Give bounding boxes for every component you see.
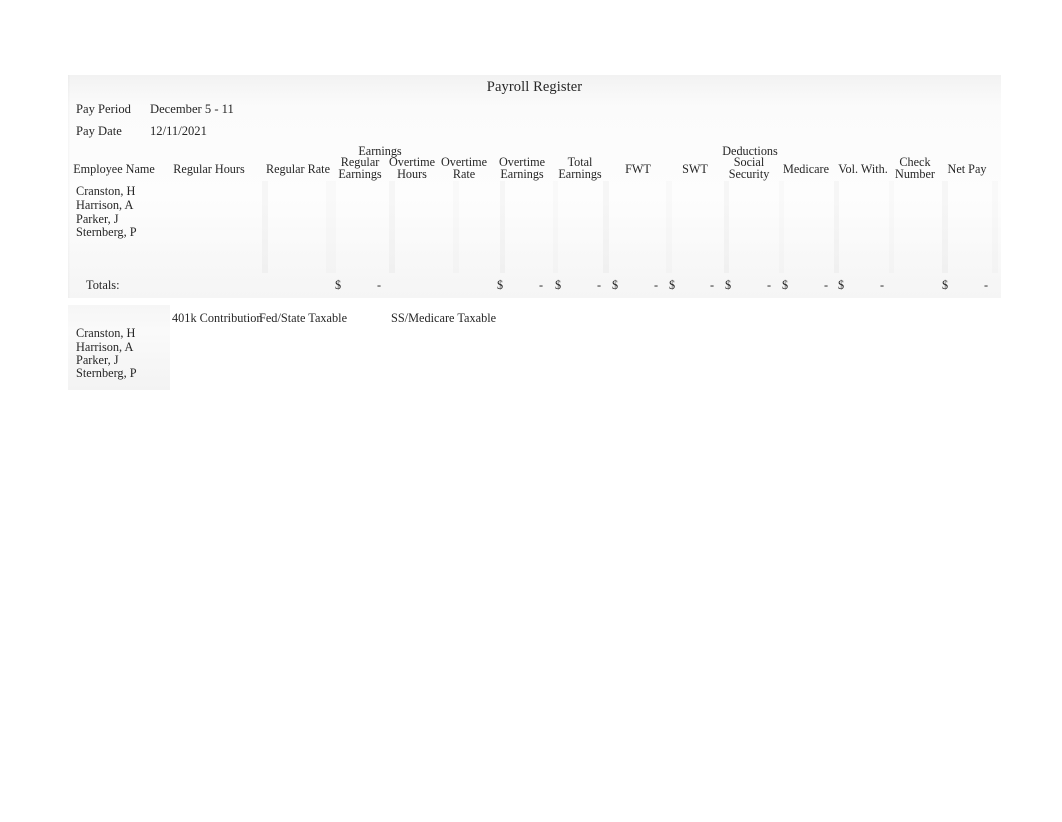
column-band xyxy=(666,181,672,273)
column-header-medicare: Medicare xyxy=(782,162,830,176)
column-header-overtime-rate-line2: Rate xyxy=(452,167,476,181)
totals-overtime-earnings-value: - xyxy=(538,278,543,292)
totals-label: Totals: xyxy=(86,278,120,292)
totals-medicare-symbol: $ xyxy=(782,278,789,292)
column-header-regular-earnings-line2: Earnings xyxy=(338,167,382,181)
column-band xyxy=(724,181,729,273)
column-band xyxy=(500,181,505,273)
table-row-employee-name[interactable]: Sternberg, P xyxy=(76,225,137,240)
table-row-employee-name[interactable]: Harrison, A xyxy=(76,198,133,213)
column-header-employee-name: Employee Name xyxy=(73,162,155,176)
totals-medicare-value: - xyxy=(823,278,828,292)
column-band xyxy=(779,181,784,273)
totals-total-earnings-value: - xyxy=(596,278,601,292)
column-header-overtime-hours-line2: Hours xyxy=(397,167,427,181)
column-band xyxy=(889,181,894,273)
column-band xyxy=(942,181,948,273)
column-band xyxy=(453,181,459,273)
page-title: Payroll Register xyxy=(486,79,583,95)
column-band xyxy=(834,181,839,273)
payroll-register-sheet: Payroll Register Pay Period December 5 -… xyxy=(68,75,1001,298)
pay-period-label: Pay Period xyxy=(76,102,131,116)
totals-total-earnings-symbol: $ xyxy=(555,278,562,292)
column-header-fwt: FWT xyxy=(625,162,651,176)
summary-header-fed-state: Fed/State Taxable xyxy=(259,311,348,325)
totals-swt-value: - xyxy=(709,278,714,292)
column-header-vol-with: Vol. With. xyxy=(838,162,888,176)
column-header-regular-rate: Regular Rate xyxy=(266,162,330,176)
column-band xyxy=(389,181,395,273)
table-row-employee-name[interactable]: Cranston, H xyxy=(76,184,135,199)
column-header-swt: SWT xyxy=(682,162,708,176)
totals-net-pay-symbol: $ xyxy=(942,278,949,292)
totals-overtime-earnings-symbol: $ xyxy=(497,278,504,292)
column-band xyxy=(553,181,558,273)
summary-header-ss-medicare: SS/Medicare Taxable xyxy=(391,311,497,325)
totals-social-security-symbol: $ xyxy=(725,278,732,292)
column-header-total-earnings-line2: Earnings xyxy=(558,167,602,181)
totals-regular-earnings-value: - xyxy=(376,278,381,292)
column-header-net-pay: Net Pay xyxy=(947,162,987,176)
pay-date-label: Pay Date xyxy=(76,124,122,138)
totals-vol-with-value: - xyxy=(879,278,884,292)
totals-fwt-symbol: $ xyxy=(612,278,619,292)
column-header-overtime-earnings-line2: Earnings xyxy=(500,167,544,181)
summary-header-401k: 401k Contribution xyxy=(172,311,263,325)
totals-swt-symbol: $ xyxy=(669,278,676,292)
pay-date-value[interactable]: 12/11/2021 xyxy=(150,124,207,139)
column-band xyxy=(992,181,998,273)
totals-net-pay-value: - xyxy=(983,278,988,292)
pay-period-value[interactable]: December 5 - 11 xyxy=(150,102,234,117)
column-header-social-security-line2: Security xyxy=(728,167,770,181)
column-band xyxy=(262,181,268,273)
totals-vol-with-symbol: $ xyxy=(838,278,845,292)
column-header-check-number-line2: Number xyxy=(895,167,935,181)
summary-row-employee-name[interactable]: Sternberg, P xyxy=(76,366,137,381)
column-band xyxy=(326,181,336,273)
summary-row-employee-name[interactable]: Cranston, H xyxy=(76,326,135,341)
totals-fwt-value: - xyxy=(653,278,658,292)
totals-regular-earnings-symbol: $ xyxy=(335,278,342,292)
column-header-regular-hours: Regular Hours xyxy=(173,162,245,176)
totals-social-security-value: - xyxy=(766,278,771,292)
column-band xyxy=(603,181,609,273)
